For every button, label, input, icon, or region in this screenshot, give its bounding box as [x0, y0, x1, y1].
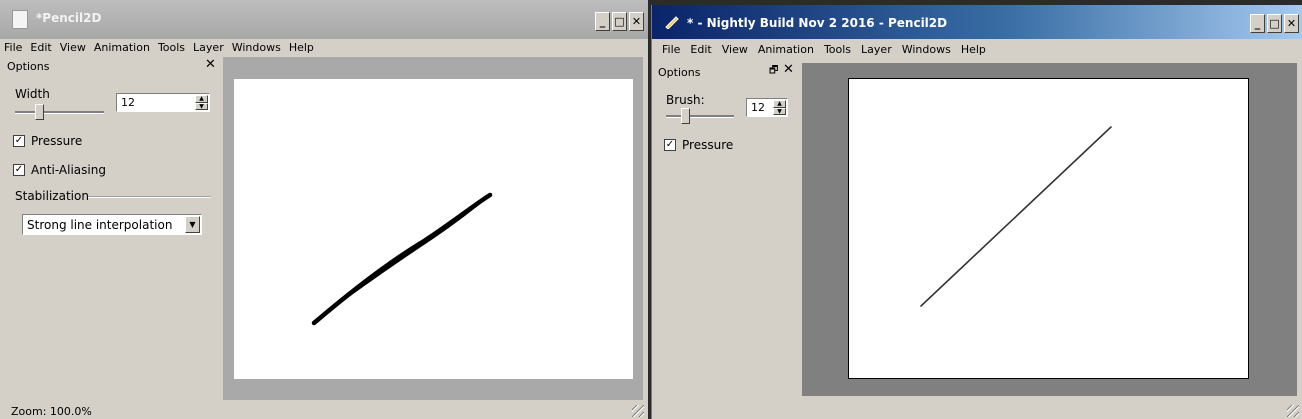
menu-layer[interactable]: Layer — [856, 41, 897, 58]
menu-layer[interactable]: Layer — [189, 39, 228, 56]
close-icon[interactable]: ✕ — [205, 57, 216, 72]
brush-value: 12 — [751, 101, 765, 114]
menu-file[interactable]: File — [0, 39, 26, 56]
pressure-checkbox[interactable]: ✓ — [13, 135, 25, 147]
antialiasing-label: Anti-Aliasing — [31, 163, 106, 177]
canvas-area[interactable] — [802, 63, 1297, 396]
width-spinbox[interactable]: 12 ▲ ▼ — [116, 93, 210, 112]
options-panel: Options 🗗 ✕ Brush: 12 ▲ ▼ ✓ Pressure — [652, 62, 800, 402]
stabilization-value: Strong line interpolation — [27, 218, 173, 232]
pencil-icon — [664, 15, 680, 30]
title-bar[interactable]: *Pencil2D _ □ ✕ — [0, 0, 648, 39]
title-bar[interactable]: * - Nightly Build Nov 2 2016 - Pencil2D … — [652, 5, 1302, 39]
document-icon — [12, 10, 28, 29]
menu-windows[interactable]: Windows — [897, 41, 956, 58]
options-panel: Options ✕ Width 12 ▲ ▼ ✓ Pressure ✓ Anti-… — [0, 56, 222, 396]
resize-grip[interactable] — [1287, 405, 1299, 417]
menu-animation[interactable]: Animation — [753, 41, 819, 58]
menu-bar: File Edit View Animation Tools Layer Win… — [657, 41, 1302, 58]
brush-label: Brush: — [666, 93, 705, 107]
menu-tools[interactable]: Tools — [819, 41, 856, 58]
options-panel-title: Options — [7, 60, 50, 73]
minimize-button[interactable]: _ — [595, 12, 610, 31]
menu-tools[interactable]: Tools — [154, 39, 189, 56]
brush-slider[interactable] — [666, 115, 734, 118]
resize-grip[interactable] — [632, 405, 644, 417]
menu-view[interactable]: View — [717, 41, 753, 58]
close-button[interactable]: ✕ — [1284, 14, 1299, 33]
stabilization-label: Stabilization — [15, 189, 89, 203]
spin-up-icon[interactable]: ▲ — [195, 95, 208, 103]
menu-view[interactable]: View — [56, 39, 90, 56]
width-label: Width — [15, 87, 50, 101]
stroke-drawing — [311, 192, 493, 326]
stroke-drawing — [920, 126, 1112, 307]
maximize-button[interactable]: □ — [1267, 14, 1282, 33]
spin-down-icon[interactable]: ▼ — [773, 107, 786, 115]
pencil2d-window-2: * - Nightly Build Nov 2 2016 - Pencil2D … — [651, 5, 1302, 419]
pressure-label: Pressure — [682, 138, 734, 152]
menu-edit[interactable]: Edit — [26, 39, 55, 56]
close-button[interactable]: ✕ — [629, 12, 644, 31]
menu-animation[interactable]: Animation — [90, 39, 154, 56]
menu-file[interactable]: File — [657, 41, 685, 58]
pressure-checkbox[interactable]: ✓ — [664, 139, 676, 151]
antialiasing-checkbox[interactable]: ✓ — [13, 164, 25, 176]
drawing-canvas[interactable] — [848, 78, 1249, 379]
float-panel-icon[interactable]: 🗗 — [769, 63, 778, 80]
options-panel-title: Options — [658, 66, 701, 79]
menu-help[interactable]: Help — [956, 41, 991, 58]
maximize-button[interactable]: □ — [612, 12, 627, 31]
width-slider[interactable] — [15, 111, 104, 114]
zoom-status: Zoom: 100.0% — [11, 405, 92, 418]
minimize-button[interactable]: _ — [1250, 14, 1265, 33]
window-title: *Pencil2D — [36, 11, 102, 25]
stabilization-divider — [88, 196, 211, 198]
menu-help[interactable]: Help — [285, 39, 318, 56]
brush-slider-thumb[interactable] — [681, 108, 690, 124]
drawing-canvas[interactable] — [234, 79, 633, 379]
close-icon[interactable]: ✕ — [783, 62, 794, 77]
width-slider-thumb[interactable] — [35, 104, 44, 120]
pencil2d-window-1: *Pencil2D _ □ ✕ File Edit View Animation… — [0, 0, 648, 419]
window-title: * - Nightly Build Nov 2 2016 - Pencil2D — [687, 16, 948, 30]
menu-bar: File Edit View Animation Tools Layer Win… — [0, 39, 648, 56]
width-value: 12 — [121, 96, 135, 109]
spin-down-icon[interactable]: ▼ — [195, 102, 208, 110]
chevron-down-icon[interactable]: ▼ — [185, 216, 200, 233]
brush-spinbox[interactable]: 12 ▲ ▼ — [746, 98, 788, 117]
menu-windows[interactable]: Windows — [228, 39, 285, 56]
spin-up-icon[interactable]: ▲ — [773, 100, 786, 108]
stabilization-dropdown[interactable]: Strong line interpolation ▼ — [22, 214, 202, 235]
pressure-label: Pressure — [31, 134, 83, 148]
canvas-area[interactable] — [223, 57, 643, 400]
menu-edit[interactable]: Edit — [685, 41, 716, 58]
